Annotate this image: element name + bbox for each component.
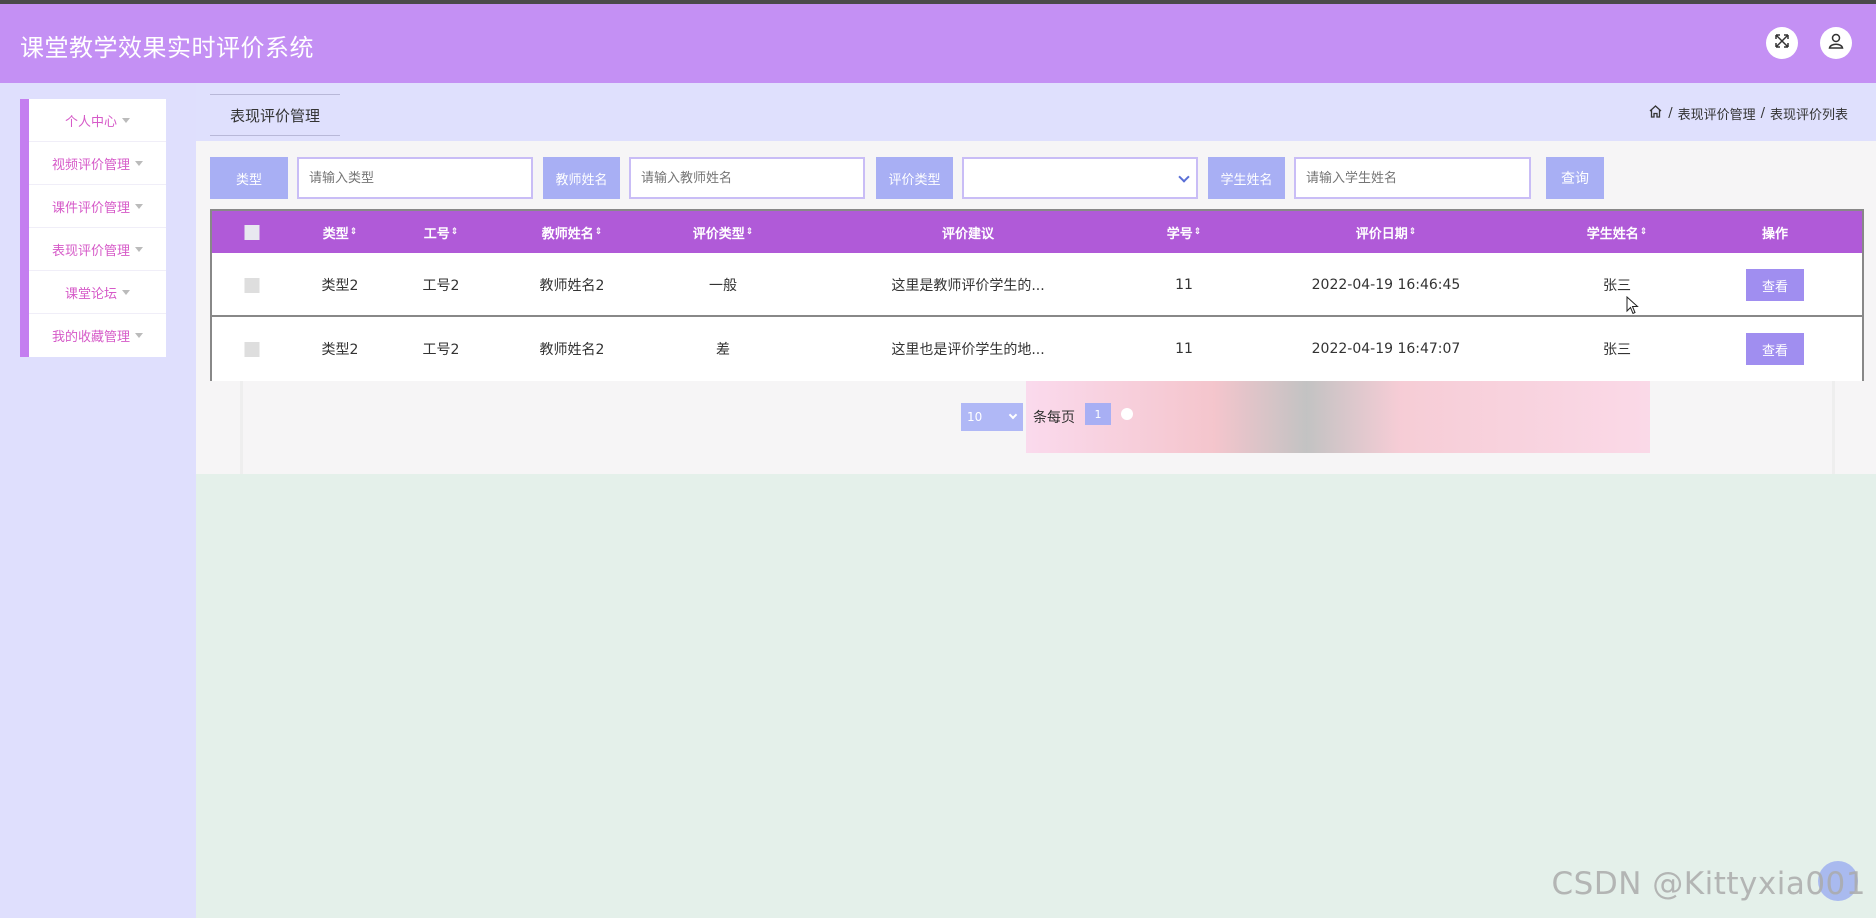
column-header-student[interactable]: 学生姓名 ⇕ — [1587, 211, 1648, 253]
sidebar-item-label: 表现评价管理 — [51, 243, 130, 259]
sort-icon: ⇕ — [745, 227, 754, 237]
table-row: 类型2 工号2 教师姓名2 差 这里也是评价学生的地... 11 2022-04… — [212, 317, 1862, 381]
caret-down-icon — [135, 246, 143, 252]
sort-icon: ⇕ — [349, 227, 358, 237]
column-header-student-no[interactable]: 学号 ⇕ — [1167, 211, 1202, 253]
table-row: 类型2 工号2 教师姓名2 一般 这里是教师评价学生的... 11 2022-0… — [212, 253, 1862, 317]
teacher-name-input[interactable] — [629, 157, 865, 199]
sort-icon: ⇕ — [1193, 227, 1202, 237]
sort-icon: ⇕ — [1639, 227, 1648, 237]
checkbox[interactable] — [244, 277, 260, 293]
chevron-down-icon — [1008, 410, 1018, 420]
cell-action: 查看 — [1746, 253, 1804, 317]
watermark: CSDN @Kittyxia001 — [1551, 866, 1866, 902]
cell-date: 2022-04-19 16:46:45 — [1311, 277, 1461, 293]
cell-teacher: 教师姓名2 — [539, 342, 605, 358]
column-header-eval-type[interactable]: 评价类型 ⇕ — [693, 211, 754, 253]
sidebar-item-label: 课件评价管理 — [51, 200, 130, 216]
breadcrumb: / 表现评价管理 / 表现评价列表 — [1648, 104, 1848, 123]
breadcrumb-separator: / — [1760, 106, 1765, 121]
cell-type: 类型2 — [321, 278, 359, 294]
column-header-suggestion: 评价建议 — [941, 226, 995, 242]
fullscreen-icon — [1773, 32, 1791, 54]
cell-action: 查看 — [1746, 317, 1804, 381]
breadcrumb-level2: 表现评价列表 — [1769, 108, 1848, 123]
cell-eval-type: 差 — [716, 342, 730, 358]
sidebar-menu: 个人中心 视频评价管理 课件评价管理 表现评价管理 课堂论坛 我的收藏管理 — [20, 99, 166, 357]
query-button[interactable]: 查询 — [1546, 157, 1604, 199]
caret-down-icon — [135, 160, 143, 166]
sidebar-item-label: 课堂论坛 — [64, 286, 117, 302]
eval-type-select[interactable] — [962, 157, 1198, 199]
row-checkbox[interactable] — [244, 317, 260, 381]
cell-job-no: 工号2 — [422, 342, 460, 358]
caret-down-icon — [135, 333, 143, 338]
student-name-input[interactable] — [1294, 157, 1531, 199]
home-icon[interactable] — [1648, 104, 1663, 123]
cell-student-no: 11 — [1175, 341, 1193, 357]
pagination: 10 条每页 1 — [961, 403, 1133, 431]
row-checkbox[interactable] — [244, 253, 260, 317]
column-header-job-no[interactable]: 工号 ⇕ — [424, 211, 459, 253]
page-dot — [1121, 408, 1133, 420]
type-input[interactable] — [297, 157, 533, 199]
checkbox[interactable] — [244, 341, 260, 357]
cell-job-no: 工号2 — [422, 278, 460, 294]
type-label: 类型 — [210, 157, 288, 199]
cell-student-no: 11 — [1175, 277, 1193, 293]
select-all-checkbox[interactable] — [244, 211, 260, 253]
app-header: 课堂教学效果实时评价系统 — [0, 4, 1876, 83]
cell-suggestion: 这里也是评价学生的地... — [891, 342, 1045, 358]
view-button[interactable]: 查看 — [1746, 269, 1804, 301]
column-header-date[interactable]: 评价日期 ⇕ — [1356, 211, 1417, 253]
table-header: 类型 ⇕ 工号 ⇕ 教师姓名 ⇕ 评价类型 ⇕ 评价建议 学号 ⇕ 评价日期 ⇕ 学生姓名 ⇕… — [212, 211, 1862, 253]
sidebar-item-performance-eval[interactable]: 表现评价管理 — [29, 228, 166, 271]
fullscreen-button[interactable] — [1766, 27, 1798, 59]
eval-type-label: 评价类型 — [876, 157, 953, 199]
cell-teacher: 教师姓名2 — [539, 278, 605, 294]
checkbox[interactable] — [244, 224, 260, 240]
sidebar-item-forum[interactable]: 课堂论坛 — [29, 271, 166, 314]
caret-down-icon — [122, 117, 130, 123]
cell-eval-type: 一般 — [709, 278, 737, 294]
breadcrumb-level1[interactable]: 表现评价管理 — [1678, 104, 1756, 123]
breadcrumb-separator: / — [1668, 106, 1673, 121]
cell-suggestion: 这里是教师评价学生的... — [891, 278, 1045, 294]
page-size-value: 10 — [967, 410, 983, 424]
user-button[interactable] — [1820, 27, 1852, 59]
sidebar-item-label: 个人中心 — [64, 114, 117, 130]
app-title: 课堂教学效果实时评价系统 — [20, 34, 314, 62]
cell-date: 2022-04-19 16:47:07 — [1311, 341, 1461, 357]
column-header-teacher[interactable]: 教师姓名 ⇕ — [542, 211, 603, 253]
sidebar-item-label: 我的收藏管理 — [51, 330, 130, 345]
sort-icon: ⇕ — [594, 227, 603, 237]
student-name-label: 学生姓名 — [1208, 157, 1285, 199]
column-header-action: 操作 — [1761, 226, 1789, 242]
sidebar-item-label: 视频评价管理 — [51, 157, 130, 173]
sidebar-item-favorites[interactable]: 我的收藏管理 — [29, 314, 166, 357]
sort-icon: ⇕ — [450, 227, 459, 237]
caret-down-icon — [135, 203, 143, 209]
mouse-cursor-icon — [1626, 295, 1640, 320]
page-title-tab[interactable]: 表现评价管理 — [210, 94, 340, 136]
sidebar-item-courseware-eval[interactable]: 课件评价管理 — [29, 185, 166, 228]
sort-icon: ⇕ — [1408, 227, 1417, 237]
main-top-bar — [196, 83, 1876, 141]
sidebar-item-video-eval[interactable]: 视频评价管理 — [29, 142, 166, 185]
per-page-label: 条每页 — [1033, 410, 1075, 426]
teacher-name-label: 教师姓名 — [543, 157, 620, 199]
user-icon — [1827, 32, 1845, 54]
column-header-type[interactable]: 类型 ⇕ — [323, 211, 358, 253]
page-size-select[interactable]: 10 — [961, 403, 1023, 431]
page-number-button[interactable]: 1 — [1085, 403, 1111, 425]
cell-type: 类型2 — [321, 342, 359, 358]
sidebar: 个人中心 视频评价管理 课件评价管理 表现评价管理 课堂论坛 我的收藏管理 — [0, 83, 196, 918]
sidebar-item-personal-center[interactable]: 个人中心 — [29, 99, 166, 142]
data-table: 类型 ⇕ 工号 ⇕ 教师姓名 ⇕ 评价类型 ⇕ 评价建议 学号 ⇕ 评价日期 ⇕ 学生姓名 ⇕… — [210, 209, 1864, 381]
cell-student: 张三 — [1603, 342, 1631, 358]
chevron-down-icon — [1178, 171, 1190, 183]
view-button[interactable]: 查看 — [1746, 333, 1804, 365]
caret-down-icon — [122, 289, 130, 295]
